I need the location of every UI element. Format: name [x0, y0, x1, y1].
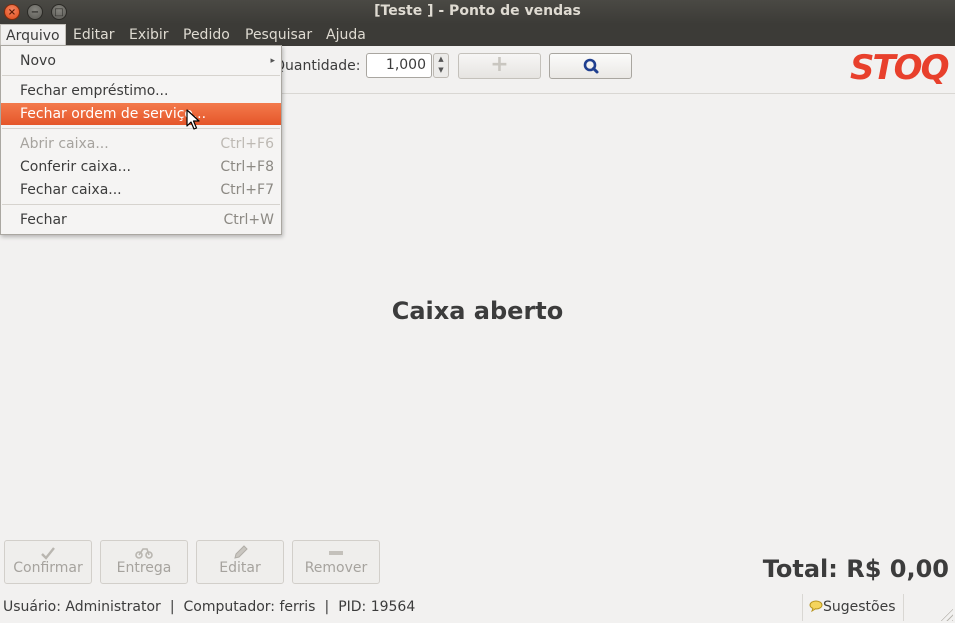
- menu-item-fechar-ordem-servico-label: Fechar ordem de serviço...: [20, 106, 207, 122]
- menu-pesquisar[interactable]: Pesquisar: [240, 24, 317, 46]
- menu-item-fechar-caixa-shortcut: Ctrl+F7: [220, 182, 274, 198]
- quantity-spinner[interactable]: ▲ ▼: [433, 53, 449, 78]
- magnifier-icon: [583, 58, 599, 74]
- minus-icon: [293, 541, 379, 561]
- plus-icon: +: [490, 52, 509, 77]
- menu-item-novo[interactable]: Novo ▸: [1, 50, 281, 72]
- menu-ajuda[interactable]: Ajuda: [321, 24, 371, 46]
- submenu-arrow-icon: ▸: [270, 56, 275, 66]
- file-menu-dropdown: Novo ▸ Fechar empréstimo... Fechar ordem…: [0, 45, 282, 235]
- spin-up-icon[interactable]: ▲: [434, 54, 448, 65]
- menu-item-fechar[interactable]: Fechar Ctrl+W: [1, 209, 281, 231]
- menu-item-fechar-emprestimo[interactable]: Fechar empréstimo...: [1, 80, 281, 102]
- menu-item-abrir-caixa-label: Abrir caixa...: [20, 136, 109, 152]
- menu-editar[interactable]: Editar: [68, 24, 119, 46]
- spin-down-icon[interactable]: ▼: [434, 65, 448, 76]
- resize-grip[interactable]: [939, 607, 953, 621]
- logo-text: STOQ: [850, 48, 949, 84]
- menu-exibir[interactable]: Exibir: [124, 24, 174, 46]
- menu-separator: [2, 204, 280, 205]
- menu-item-fechar-caixa-label: Fechar caixa...: [20, 182, 122, 198]
- menu-item-fechar-caixa[interactable]: Fechar caixa... Ctrl+F7: [1, 179, 281, 201]
- remove-button[interactable]: Remover: [292, 540, 380, 584]
- suggestions-label: Sugestões: [823, 599, 896, 615]
- status-separator: |: [324, 599, 330, 615]
- status-user: Usuário: Administrator: [3, 599, 161, 615]
- edit-label: Editar: [219, 560, 261, 576]
- delivery-button[interactable]: Entrega: [100, 540, 188, 584]
- pencil-icon: [197, 541, 283, 561]
- menu-arquivo[interactable]: Arquivo: [0, 24, 66, 46]
- status-info: Usuário: Administrator | Computador: ferri…: [3, 599, 415, 615]
- search-button[interactable]: [549, 53, 632, 79]
- cash-register-status: Caixa aberto: [391, 297, 564, 325]
- confirm-button[interactable]: Confirmar: [4, 540, 92, 584]
- stoq-logo: STOQ: [850, 48, 951, 88]
- remove-label: Remover: [304, 560, 368, 576]
- add-item-button[interactable]: +: [458, 53, 541, 79]
- menu-item-conferir-caixa[interactable]: Conferir caixa... Ctrl+F8: [1, 156, 281, 178]
- menu-item-conferir-caixa-label: Conferir caixa...: [20, 159, 131, 175]
- confirm-label: Confirmar: [13, 560, 83, 576]
- check-icon: [5, 541, 91, 561]
- total-amount: Total: R$ 0,00: [762, 555, 949, 583]
- quantity-label: Quantidade:: [274, 58, 361, 74]
- menu-item-abrir-caixa: Abrir caixa... Ctrl+F6: [1, 133, 281, 155]
- speech-bubble-icon: [809, 600, 823, 613]
- menu-pedido[interactable]: Pedido: [178, 24, 235, 46]
- edit-button[interactable]: Editar: [196, 540, 284, 584]
- title-bar: × − □ [Teste ] - Ponto de vendas: [0, 0, 955, 24]
- status-bar: Usuário: Administrator | Computador: ferri…: [0, 594, 955, 623]
- menu-item-conferir-caixa-shortcut: Ctrl+F8: [220, 159, 274, 175]
- menu-item-fechar-ordem-servico[interactable]: Fechar ordem de serviço...: [1, 103, 281, 125]
- window-title: [Teste ] - Ponto de vendas: [374, 3, 581, 19]
- menubar: Arquivo Editar Exibir Pedido Pesquisar A…: [0, 24, 955, 46]
- menu-separator: [2, 128, 280, 129]
- menu-item-novo-label: Novo: [20, 53, 56, 69]
- menu-separator: [2, 75, 280, 76]
- quantity-input[interactable]: 1,000: [366, 53, 432, 78]
- delivery-label: Entrega: [116, 560, 172, 576]
- suggestions-button[interactable]: Sugestões: [802, 594, 904, 621]
- status-separator: |: [169, 599, 175, 615]
- menu-item-fechar-shortcut: Ctrl+W: [223, 212, 274, 228]
- mouse-pointer-icon: [186, 109, 200, 130]
- menu-item-abrir-caixa-shortcut: Ctrl+F6: [220, 136, 274, 152]
- status-computer: Computador: ferris: [183, 599, 316, 615]
- menu-item-fechar-emprestimo-label: Fechar empréstimo...: [20, 83, 169, 99]
- menu-item-fechar-label: Fechar: [20, 212, 67, 228]
- status-pid: PID: 19564: [338, 599, 416, 615]
- motorbike-icon: [101, 541, 187, 561]
